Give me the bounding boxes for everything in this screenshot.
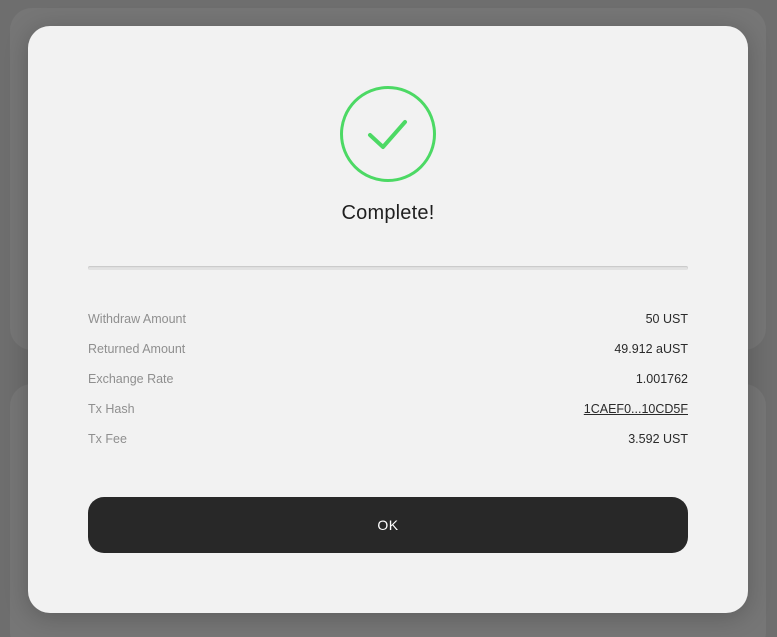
detail-value: 1.001762 [635,372,688,386]
detail-value: 50 UST [645,312,688,326]
detail-label: Withdraw Amount [88,312,186,326]
detail-row-withdraw-amount: Withdraw Amount 50 UST [88,304,688,334]
detail-label: Exchange Rate [88,372,174,386]
detail-row-tx-hash: Tx Hash 1CAEF0...10CD5F [88,394,688,424]
detail-value: 49.912 aUST [614,342,688,356]
check-circle-icon [340,86,436,182]
divider [88,266,688,270]
detail-label: Returned Amount [88,342,186,356]
transaction-complete-dialog: Complete! Withdraw Amount 50 UST Returne… [28,26,748,613]
detail-value: 3.592 UST [628,432,688,446]
dialog-title: Complete! [341,202,435,224]
detail-label: Tx Fee [88,432,127,446]
detail-label: Tx Hash [88,402,135,416]
detail-row-tx-fee: Tx Fee 3.592 UST [88,424,688,454]
detail-row-exchange-rate: Exchange Rate 1.001762 [88,364,688,394]
detail-row-returned-amount: Returned Amount 49.912 aUST [88,334,688,364]
tx-hash-link[interactable]: 1CAEF0...10CD5F [584,402,688,416]
transaction-details: Withdraw Amount 50 UST Returned Amount 4… [88,304,688,454]
ok-button[interactable]: OK [88,497,688,553]
